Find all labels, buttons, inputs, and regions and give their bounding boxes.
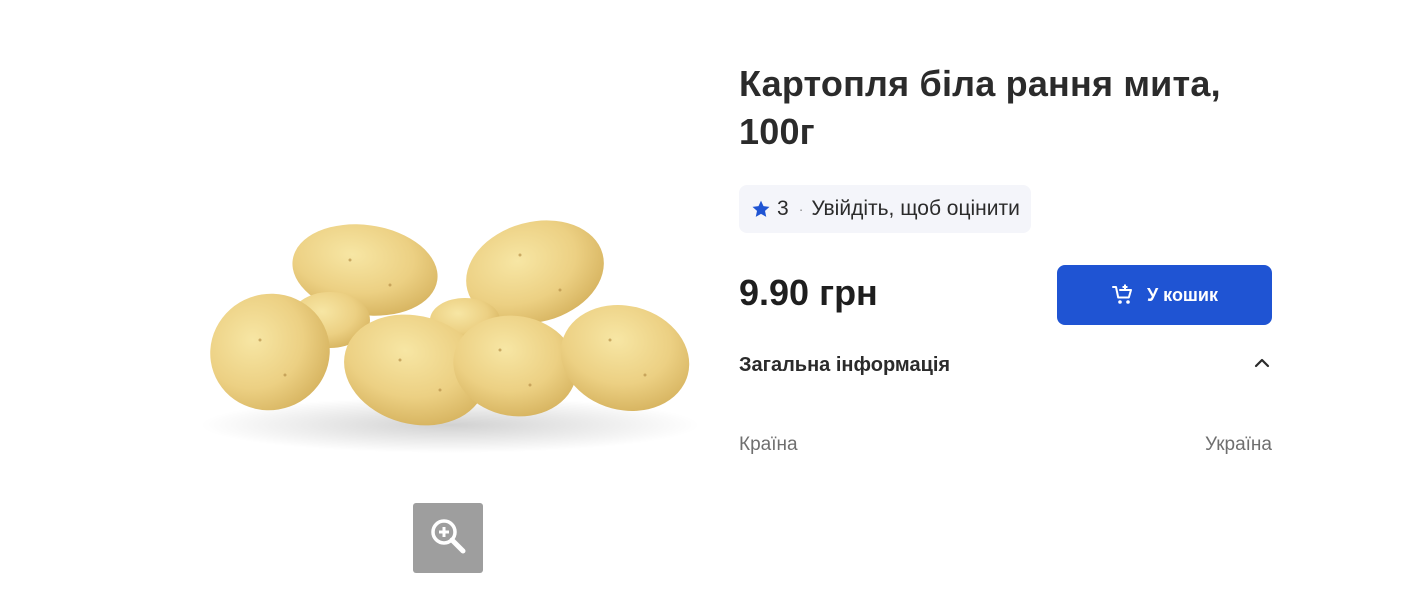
product-image <box>190 200 710 460</box>
star-icon <box>751 199 771 219</box>
info-row-label: Країна <box>739 434 798 455</box>
general-info-header[interactable]: Загальна інформація <box>739 345 1272 385</box>
rating-pill[interactable]: 3 · Увійдіть, щоб оцінити <box>739 185 1031 233</box>
zoom-in-icon <box>428 516 468 561</box>
product-title: Картопля біла рання мита, 100г <box>739 63 1221 152</box>
product-page: Картопля біла рання мита, 100г 3 · Увійд… <box>0 0 1401 604</box>
add-to-cart-button[interactable]: У кошик <box>1057 265 1272 325</box>
chevron-up-icon[interactable] <box>1252 353 1272 378</box>
product-price: 9.90 грн <box>739 272 878 313</box>
rating-login-prompt[interactable]: Увійдіть, щоб оцінити <box>811 197 1020 221</box>
rating-value: 3 <box>777 197 789 220</box>
info-row-country: Країна Україна <box>739 430 1272 460</box>
cart-add-icon <box>1111 283 1135 307</box>
zoom-button[interactable] <box>413 503 483 573</box>
rating-separator: · <box>798 201 804 217</box>
add-to-cart-label: У кошик <box>1146 284 1219 305</box>
general-info-title: Загальна інформація <box>739 353 951 376</box>
info-row-value: Україна <box>1204 434 1272 455</box>
potatoes-illustration <box>200 220 700 453</box>
